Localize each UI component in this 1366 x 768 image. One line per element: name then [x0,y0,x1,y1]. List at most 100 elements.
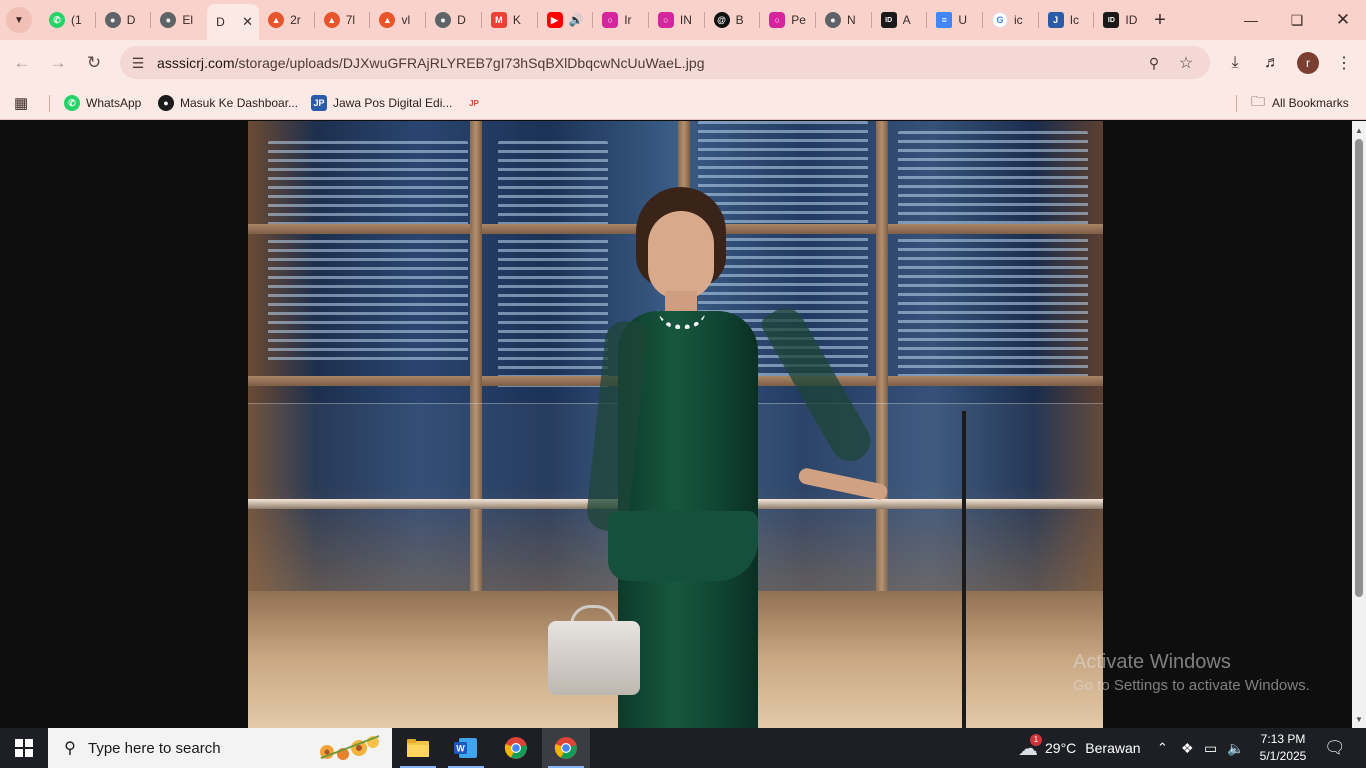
id-icon: ID [880,12,897,28]
tab-item[interactable]: J Ic [1039,0,1095,40]
weather-desc: Berawan [1085,740,1141,756]
scroll-down-icon[interactable]: ▼ [1352,712,1366,726]
peplum [608,511,758,581]
notifications-button[interactable]: 🗨 [1324,728,1346,768]
globe-icon: ● [104,12,121,28]
taskbar-chrome-active[interactable] [542,728,590,768]
menu-button[interactable]: ⋮ [1331,50,1357,76]
svg-text:W: W [456,744,465,754]
taskbar-search[interactable]: ⚲ Type here to search [48,728,392,768]
tab-item[interactable]: ● N [816,0,872,40]
url-text[interactable]: asssicrj.com/storage/uploads/DJXwuGFRAjR… [157,55,705,71]
taskbar-clock[interactable]: 7:13 PM 5/1/2025 [1252,731,1314,765]
apps-button[interactable]: ▦ [14,92,28,114]
tab-item[interactable]: ▲ 7l [315,0,371,40]
tab-item[interactable]: ○ IN [649,0,705,40]
tab-title: B [735,13,744,27]
media-control-button[interactable]: ♬ [1259,50,1285,76]
start-button[interactable] [0,728,48,768]
bookmark-jp-small[interactable]: JP [466,92,488,114]
reload-button[interactable]: ↻ [80,49,108,77]
viewed-image[interactable] [248,121,1103,728]
defender-tray[interactable]: ❖ [1181,728,1194,768]
clock-date: 5/1/2025 [1259,749,1307,763]
reload-icon: ↻ [86,53,102,72]
tab-item[interactable]: ● D [96,0,152,40]
speaker-icon[interactable]: 🔊 [569,13,584,27]
minimize-icon: — [1244,12,1258,28]
tab-item[interactable]: ▲ 2r [259,0,315,40]
tab-list: ✆ (1 ● D ● El D ✕ ▲ 2r ▲ 7l ▲ vl ● D M K… [40,0,1150,40]
tab-search-button[interactable]: ▼ [6,7,32,33]
sleeve [758,301,878,469]
back-button[interactable]: ← [8,49,36,77]
volume-tray[interactable]: 🔈 [1227,728,1244,768]
bookmark-label: Jawa Pos Digital Edi... [333,96,453,110]
tab-item[interactable]: ≡ U [927,0,983,40]
close-icon[interactable]: ✕ [242,14,253,30]
tab-item[interactable]: ○ Ir [593,0,649,40]
arrow-right-icon: → [49,53,67,72]
tab-item[interactable]: G ic [983,0,1039,40]
all-bookmarks-button[interactable]: 🗀 All Bookmarks [1251,92,1349,114]
all-bookmarks-label: All Bookmarks [1272,96,1349,110]
tab-whatsapp[interactable]: ✆ (1 [40,0,96,40]
taskbar-file-explorer[interactable] [394,728,442,768]
site-info-icon[interactable]: ☰ [129,54,147,72]
restore-button[interactable]: ❏ [1274,0,1320,40]
arrow-left-icon: ← [13,53,31,72]
taskbar-chrome[interactable] [492,728,540,768]
tab-title: (1 [71,13,82,27]
network-tray[interactable]: ▭ [1204,728,1217,768]
scroll-up-icon[interactable]: ▲ [1352,123,1366,137]
tab-title: A [902,13,911,27]
tab-item[interactable]: ID ID [1094,0,1150,40]
tab-title: vl [401,13,411,27]
tab-item[interactable]: ▲ vl [370,0,427,40]
watermark-title: Activate Windows [1073,651,1231,673]
close-window-button[interactable]: ✕ [1320,0,1366,40]
new-tab-button[interactable]: + [1148,8,1172,32]
weather-badge: 1 [1030,733,1042,746]
taskbar-word[interactable]: W [442,728,490,768]
tab-item[interactable]: ● D [426,0,482,40]
vertical-scrollbar[interactable]: ▲ ▼ [1352,121,1366,728]
whatsapp-icon: ✆ [49,12,65,28]
forward-button[interactable]: → [44,49,72,77]
shield-icon: ❖ [1181,739,1194,756]
chrome-icon [554,737,577,759]
bookmark-dashboard[interactable]: ● Masuk Ke Dashboar... [158,92,298,114]
tab-title: D [126,13,136,27]
bookmark-star-icon[interactable]: ☆ [1177,54,1195,72]
whatsapp-icon: ✆ [64,95,80,111]
scrollbar-thumb[interactable] [1355,139,1363,597]
tab-title: ID [1125,13,1138,27]
chevron-up-icon: ⌃ [1157,740,1168,755]
tab-title: IN [679,13,692,27]
chrome-icon [504,737,527,759]
threads-icon: @ [713,12,730,28]
bookmark-whatsapp[interactable]: ✆ WhatsApp [64,92,141,114]
tab-item[interactable]: M K [482,0,538,40]
tab-item[interactable]: ● El [151,0,207,40]
avatar[interactable]: r [1297,52,1319,74]
tab-title: 2r [290,13,301,27]
tab-item[interactable]: ▶ 🔊 [538,0,594,40]
download-button[interactable]: ⤓ [1222,50,1248,76]
tab-strip: ▼ ✆ (1 ● D ● El D ✕ ▲ 2r ▲ 7l ▲ vl ● D M… [0,0,1366,40]
weather-widget[interactable]: ☁ 1 29°C Berawan [1018,728,1141,768]
zoom-icon[interactable]: ⚲ [1145,54,1163,72]
tab-title: El [182,13,194,27]
docs-icon: ≡ [936,12,953,28]
tab-item[interactable]: @ B [705,0,761,40]
minimize-button[interactable]: — [1228,0,1274,40]
tab-item[interactable]: ○ Pe [760,0,816,40]
tab-title: D [216,15,225,29]
tab-item[interactable]: ID A [872,0,928,40]
show-hidden-icons-button[interactable]: ⌃ [1157,728,1168,768]
bookmark-jawapos[interactable]: JP Jawa Pos Digital Edi... [311,92,452,114]
google-icon: G [992,12,1008,28]
divider [49,95,50,112]
address-bar[interactable]: ☰ asssicrj.com/storage/uploads/DJXwuGFRA… [120,46,1210,79]
tab-active[interactable]: D ✕ [207,4,260,40]
